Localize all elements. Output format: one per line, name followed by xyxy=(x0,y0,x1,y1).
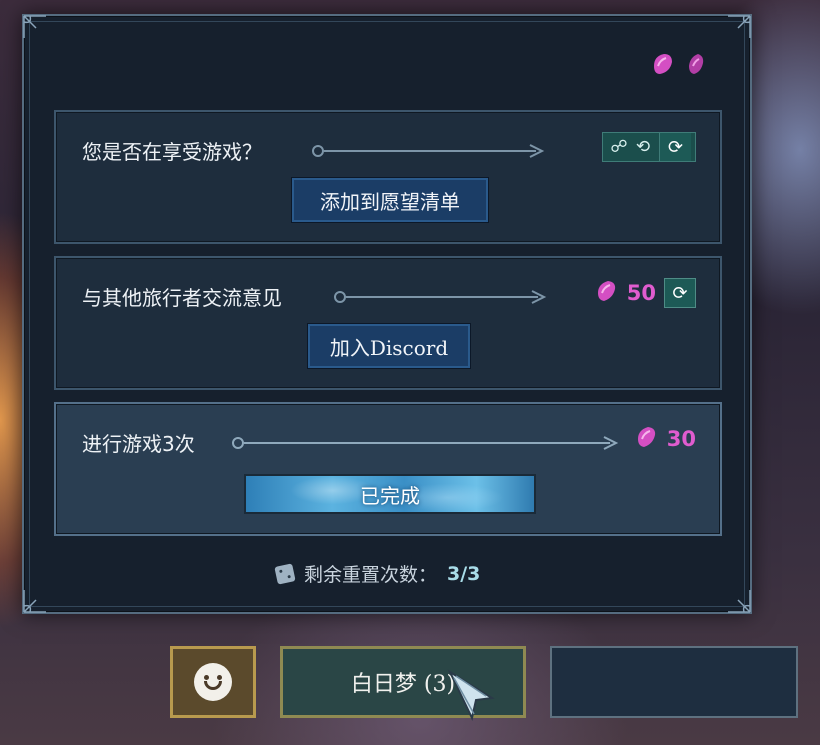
progress-arrow xyxy=(228,434,624,452)
currency-indicator xyxy=(648,50,708,82)
completed-status-button: 已完成 xyxy=(244,474,536,514)
progress-arrow xyxy=(330,288,552,306)
reroll-label: 剩余重置次数： xyxy=(304,564,438,586)
empty-slot-button[interactable] xyxy=(550,646,798,718)
corner-ornament xyxy=(22,14,48,40)
corner-ornament xyxy=(726,14,752,40)
progress-arrow xyxy=(308,142,550,160)
gem-icon xyxy=(648,50,676,82)
gem-icon xyxy=(593,278,619,308)
reroll-count: 3/3 xyxy=(447,562,481,585)
refresh-icon[interactable]: ⟳ xyxy=(659,133,691,161)
task-title: 与其他旅行者交流意见 xyxy=(82,286,282,310)
task-title: 进行游戏3次 xyxy=(82,432,195,456)
wishlist-icon-1: ☍ xyxy=(610,137,628,157)
reward-wishlist-icons: ☍ ⟲ ⟳ xyxy=(602,132,696,162)
refresh-icon[interactable]: ⟳ xyxy=(664,278,696,308)
reward-amount: 50 xyxy=(626,281,656,305)
gem-icon xyxy=(684,50,708,82)
reward-amount: 30 xyxy=(666,427,696,451)
wishlist-icon-2: ⟲ xyxy=(635,137,651,157)
task-card-discord: 与其他旅行者交流意见 50 ⟳ 加入Discord xyxy=(54,256,722,390)
reroll-counter: 剩余重置次数： 3/3 xyxy=(274,560,481,587)
wishlist-reward-group: ☍ ⟲ ⟳ xyxy=(602,132,696,162)
reward-gems: 50 ⟳ xyxy=(593,278,696,308)
reward-gems: 30 xyxy=(633,424,696,454)
task-card-play-games: 进行游戏3次 30 已完成 xyxy=(54,402,722,536)
corner-ornament xyxy=(22,588,48,614)
add-to-wishlist-button[interactable]: 添加到愿望清单 xyxy=(292,178,488,222)
emote-button[interactable] xyxy=(170,646,256,718)
task-card-wishlist: 您是否在享受游戏？ ☍ ⟲ ⟳ 添加到愿望清单 xyxy=(54,110,722,244)
dice-icon xyxy=(274,562,296,585)
gem-icon xyxy=(633,424,659,454)
smiley-face-icon xyxy=(194,663,232,701)
pointer-cursor-icon xyxy=(446,668,498,728)
task-title: 您是否在享受游戏？ xyxy=(82,140,262,164)
join-discord-button[interactable]: 加入Discord xyxy=(308,324,470,368)
corner-ornament xyxy=(726,588,752,614)
